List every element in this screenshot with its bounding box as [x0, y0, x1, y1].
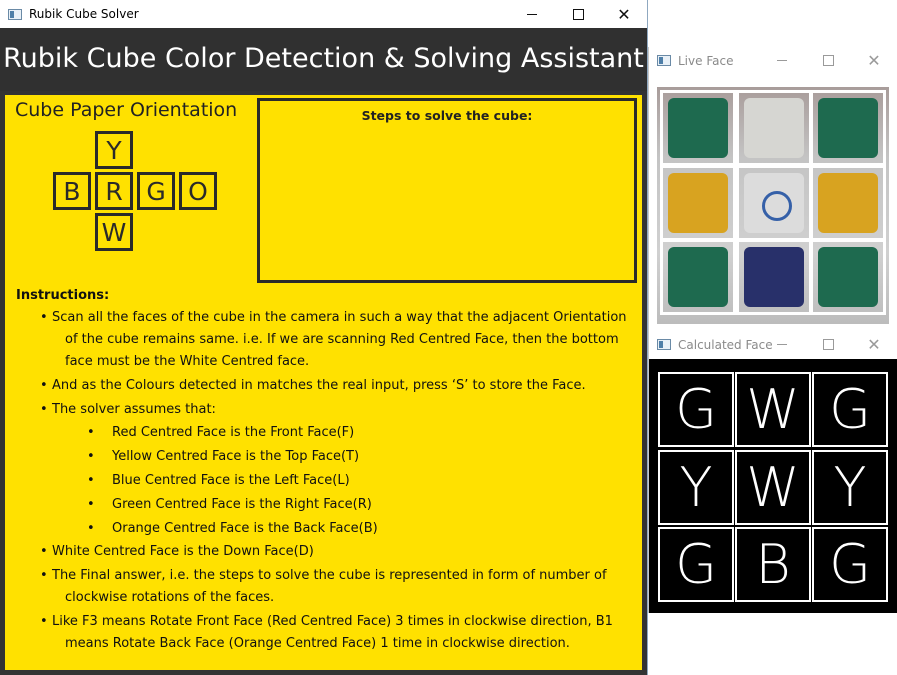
minimize-button[interactable] [759, 47, 805, 74]
cube-logo-icon [762, 191, 792, 221]
instruction-item: Scan all the faces of the cube in the ca… [16, 307, 636, 373]
sub-instruction-item: Red Centred Face is the Front Face(F) [16, 421, 636, 445]
sticker-blue [744, 247, 804, 307]
steps-box: Steps to solve the cube: [257, 98, 637, 283]
maximize-button[interactable] [805, 331, 851, 358]
close-button[interactable]: ✕ [851, 47, 897, 74]
sub-instruction-item: Green Centred Face is the Right Face(R) [16, 493, 636, 517]
maximize-button[interactable] [805, 47, 851, 74]
maximize-button[interactable] [555, 0, 601, 28]
sub-instruction-item: Blue Centred Face is the Left Face(L) [16, 469, 636, 493]
live-window-title: Live Face [678, 53, 734, 68]
sub-instruction-item: Yellow Centred Face is the Top Face(T) [16, 445, 636, 469]
sticker-cell [810, 90, 886, 166]
instruction-text: Scan all the faces of the cube in the ca… [52, 310, 627, 325]
instruction-text: Like F3 means Rotate Front Face (Red Cen… [52, 614, 613, 629]
app-header: Rubik Cube Color Detection & Solving Ass… [0, 28, 647, 91]
instructions-heading: Instructions: [16, 288, 110, 303]
calc-cell: W [735, 372, 811, 447]
net-cell-top: Y [95, 131, 133, 169]
sticker-yellow [818, 173, 878, 233]
net-cell-bottom: W [95, 213, 133, 251]
calc-cell: G [812, 527, 888, 602]
sticker-green [668, 247, 728, 307]
instruction-text: clockwise rotations of the faces. [65, 590, 275, 605]
sticker-center-logo [744, 173, 804, 233]
instructions: Instructions: Scan all the faces of the … [16, 285, 636, 655]
sticker-green [818, 247, 878, 307]
sticker-cell [736, 239, 812, 315]
net-cell-left: B [53, 172, 91, 210]
window-app-icon [657, 339, 671, 350]
instruction-item: The Final answer, i.e. the steps to solv… [16, 565, 636, 609]
sticker-cell [660, 239, 736, 315]
instruction-text: And as the Colours detected in matches t… [52, 378, 586, 393]
instruction-panel: Cube Paper Orientation Y B R G O W Steps… [5, 95, 642, 670]
calculated-face-grid: G W G Y W Y G B G [649, 359, 897, 613]
sticker-cell [810, 165, 886, 241]
sticker-cell [736, 90, 812, 166]
sticker-green [818, 98, 878, 158]
instruction-item: Like F3 means Rotate Front Face (Red Cen… [16, 611, 636, 655]
instruction-text: The solver assumes that: [52, 402, 216, 417]
instruction-text: White Centred Face is the Down Face(D) [52, 544, 314, 559]
sticker-cell [736, 165, 812, 241]
instruction-item: The solver assumes that: [16, 399, 636, 421]
net-cell-back: O [179, 172, 217, 210]
calculated-face-window: Calculated Face ✕ G W G Y W Y G B G [648, 331, 897, 613]
instruction-text: The Final answer, i.e. the steps to solv… [52, 568, 607, 583]
live-face-window: Live Face ✕ [648, 47, 897, 331]
main-titlebar[interactable]: Rubik Cube Solver ✕ [0, 0, 647, 28]
calc-titlebar[interactable]: Calculated Face ✕ [649, 331, 897, 358]
calc-cell: Y [658, 450, 734, 525]
instruction-text: face must be the White Centred face. [65, 354, 310, 369]
net-cell-front: R [95, 172, 133, 210]
main-window-title: Rubik Cube Solver [29, 7, 139, 21]
net-cell-right: G [137, 172, 175, 210]
live-titlebar[interactable]: Live Face ✕ [649, 47, 897, 74]
calc-cell: Y [812, 450, 888, 525]
instruction-item: And as the Colours detected in matches t… [16, 375, 636, 397]
sub-instruction-item: Orange Centred Face is the Back Face(B) [16, 517, 636, 541]
instruction-text: of the cube remains same. i.e. If we are… [65, 332, 619, 347]
calc-cell: G [658, 372, 734, 447]
sticker-cell [660, 165, 736, 241]
minimize-button[interactable] [509, 0, 555, 28]
sticker-green [668, 98, 728, 158]
close-button[interactable]: ✕ [601, 0, 647, 28]
window-app-icon [657, 55, 671, 66]
window-app-icon [8, 8, 22, 20]
orientation-title: Cube Paper Orientation [15, 99, 238, 121]
main-client-area: Rubik Cube Color Detection & Solving Ass… [0, 28, 647, 675]
sticker-yellow [668, 173, 728, 233]
sticker-cell [810, 239, 886, 315]
calc-cell: B [735, 527, 811, 602]
sticker-white [744, 98, 804, 158]
instruction-text: means Rotate Back Face (Orange Centred F… [65, 636, 570, 651]
minimize-button[interactable] [759, 331, 805, 358]
calc-cell: G [812, 372, 888, 447]
calc-cell: W [735, 450, 811, 525]
main-window: Rubik Cube Solver ✕ Rubik Cube Color Det… [0, 0, 648, 675]
camera-feed [657, 87, 889, 324]
sticker-cell [660, 90, 736, 166]
calc-cell: G [658, 527, 734, 602]
close-button[interactable]: ✕ [851, 331, 897, 358]
steps-title: Steps to solve the cube: [361, 108, 533, 123]
instruction-item: White Centred Face is the Down Face(D) [16, 541, 636, 563]
